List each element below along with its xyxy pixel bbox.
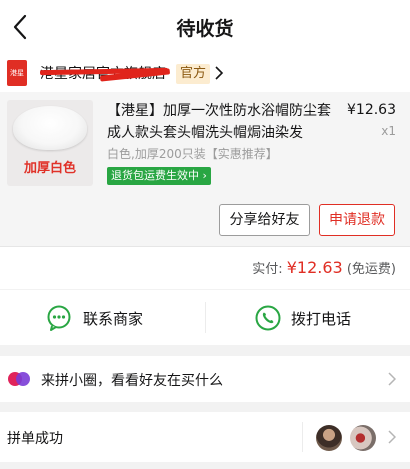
avatar [316, 425, 342, 451]
shop-logo: 港星 [7, 60, 27, 86]
header-bar: 待收货 [0, 0, 410, 56]
group-status: 拼单成功 [7, 431, 63, 447]
shipping-note: (免运费) [346, 262, 396, 277]
chevron-right-icon [388, 372, 396, 386]
refund-button[interactable]: 申请退款 [319, 204, 395, 236]
product-title[interactable]: 【港星】加厚一次性防水浴帽防尘套成人款头套头帽洗头帽焗油染发 [107, 100, 332, 144]
share-button[interactable]: 分享给好友 [219, 204, 310, 236]
chevron-right-icon[interactable] [214, 66, 224, 80]
paid-summary: 实付: ¥12.63 (免运费) [252, 258, 396, 277]
contact-merchant-label: 联系商家 [83, 310, 144, 328]
page-title: 待收货 [176, 18, 234, 40]
friends-circle-icon [8, 372, 30, 386]
friend-circle-text: 来拼小圈，看看好友在买什么 [41, 373, 223, 389]
badge-text: 退货包运费生效中 [111, 169, 199, 182]
chat-icon [47, 305, 71, 331]
call-phone-label: 拨打电话 [291, 310, 352, 328]
shop-row[interactable]: 港星 港星家居官方旗舰店 官方 [0, 56, 410, 92]
paid-amount: ¥12.63 [286, 258, 343, 277]
thumbnail-label: 加厚白色 [23, 161, 76, 176]
product-quantity: x1 [381, 124, 396, 138]
avatar [350, 425, 376, 451]
product-thumbnail[interactable]: 加厚白色 [7, 100, 93, 186]
product-price: ¥12.63 [347, 102, 396, 118]
divider [302, 422, 303, 452]
paid-label: 实付: [252, 262, 283, 277]
shower-cap-image [13, 106, 87, 150]
official-tag: 官方 [176, 64, 211, 84]
call-phone-button[interactable]: 拨打电话 [205, 290, 410, 345]
contact-row: 联系商家 拨打电话 [0, 290, 410, 345]
payment-row: 实付: ¥12.63 (免运费) [0, 247, 410, 289]
product-card[interactable]: 加厚白色 【港星】加厚一次性防水浴帽防尘套成人款头套头帽洗头帽焗油染发 ¥12.… [0, 92, 410, 198]
product-spec: 白色,加厚200只装【实惠推荐】 [107, 147, 278, 161]
order-actions: 分享给好友 申请退款 [0, 198, 410, 246]
friend-circle-row[interactable]: 来拼小圈，看看好友在买什么 [0, 356, 410, 402]
contact-merchant-button[interactable]: 联系商家 [0, 290, 205, 345]
phone-icon [255, 305, 281, 331]
chevron-right-icon: › [202, 169, 207, 182]
chevron-right-icon [388, 430, 396, 444]
group-order-row[interactable]: 拼单成功 [0, 412, 410, 462]
return-shipping-badge[interactable]: 退货包运费生效中 › [107, 167, 211, 185]
